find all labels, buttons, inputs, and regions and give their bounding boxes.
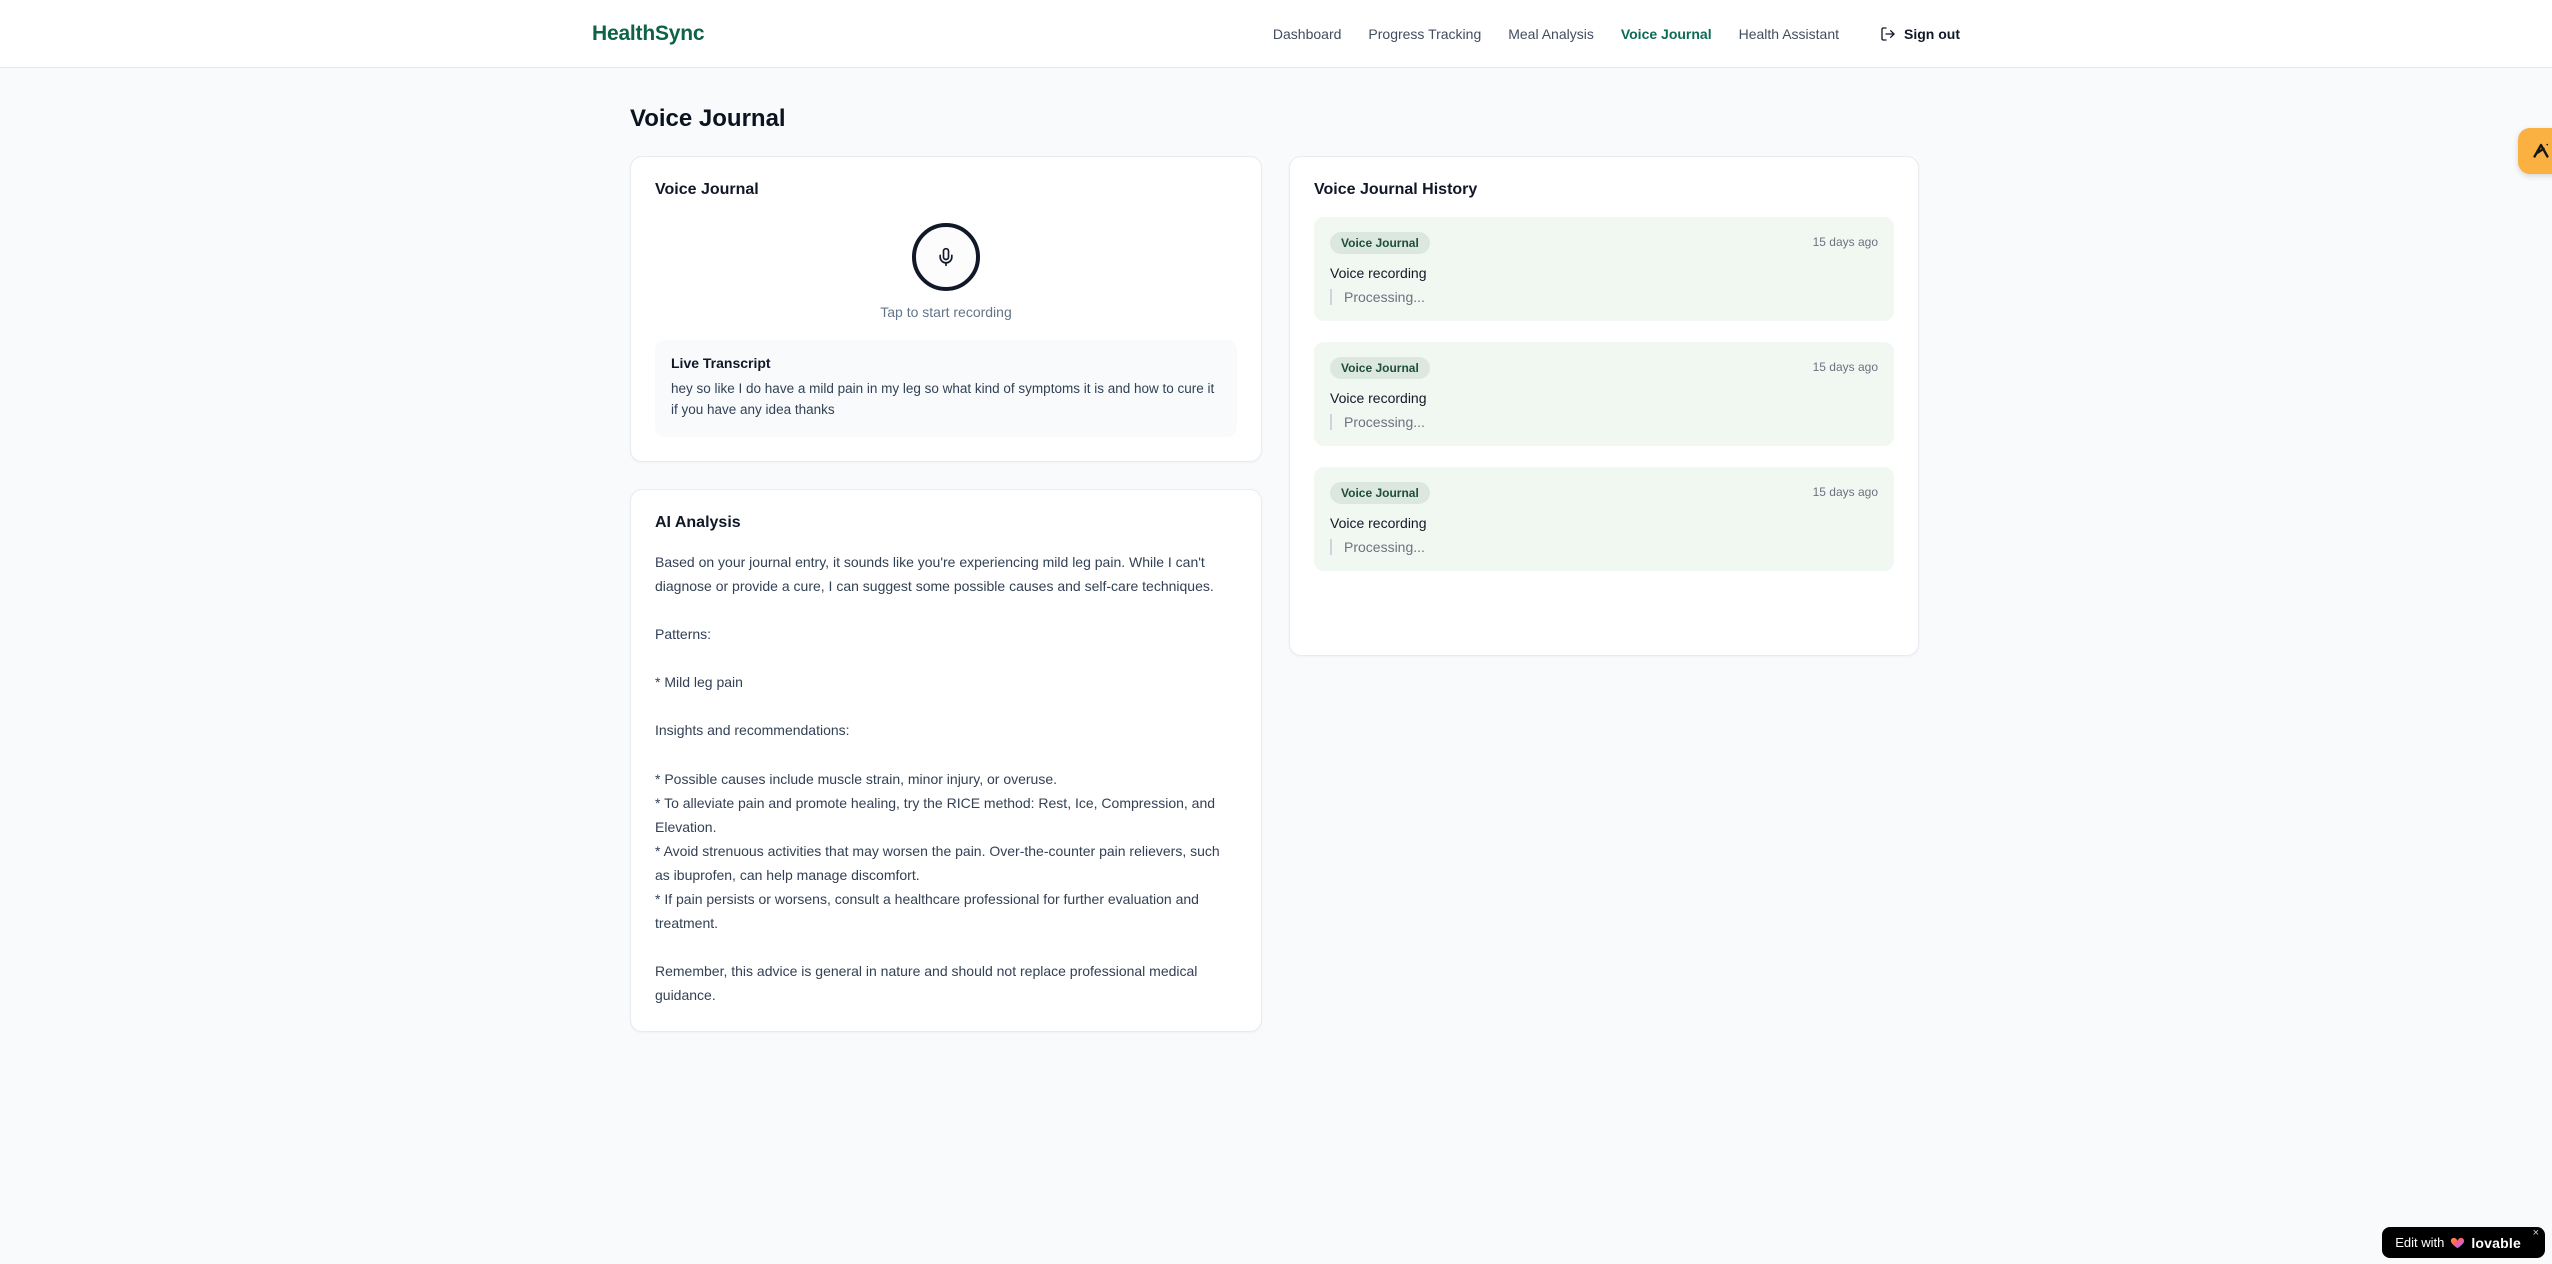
- entry-timestamp: 15 days ago: [1812, 235, 1878, 249]
- entry-description: Voice recording: [1330, 515, 1427, 531]
- entry-description: Voice recording: [1330, 390, 1427, 406]
- entry-type-badge: Voice Journal: [1330, 232, 1430, 254]
- left-column: Voice Journal Tap to start recording Liv…: [630, 156, 1262, 1033]
- voice-journal-history-card: Voice Journal History Voice Journal 15 d…: [1289, 156, 1919, 656]
- entry-timestamp: 15 days ago: [1812, 485, 1878, 499]
- content-grid: Voice Journal Tap to start recording Liv…: [630, 156, 1922, 1033]
- live-transcript-label: Live Transcript: [671, 355, 771, 371]
- top-navbar: HealthSync Dashboard Progress Tracking M…: [0, 0, 2552, 68]
- page-title: Voice Journal: [630, 105, 786, 132]
- sign-out-label: Sign out: [1904, 25, 1960, 42]
- ai-analysis-card-title: AI Analysis: [655, 513, 741, 531]
- lovable-brand-label: lovable: [2471, 1234, 2521, 1251]
- nav-meal-analysis[interactable]: Meal Analysis: [1508, 26, 1594, 42]
- sign-out-button[interactable]: Sign out: [1880, 26, 1960, 42]
- peak-logo-icon: [2530, 140, 2552, 162]
- tap-to-record-hint: Tap to start recording: [880, 304, 1012, 320]
- ai-analysis-body: Based on your journal entry, it sounds l…: [655, 553, 1220, 1004]
- recorder-area: Tap to start recording: [655, 217, 1237, 320]
- voice-journal-card: Voice Journal Tap to start recording Liv…: [630, 156, 1262, 462]
- close-icon[interactable]: ×: [2533, 1228, 2539, 1239]
- feedback-fab-button[interactable]: [2518, 128, 2552, 174]
- entry-type-badge: Voice Journal: [1330, 357, 1430, 379]
- live-transcript-box: Live Transcript hey so like I do have a …: [655, 340, 1237, 437]
- ai-analysis-card: AI Analysis Based on your journal entry,…: [630, 488, 1262, 1033]
- history-entry[interactable]: Voice Journal 15 days ago Voice recordin…: [1314, 467, 1894, 571]
- entry-timestamp: 15 days ago: [1812, 360, 1878, 374]
- main-content: Voice Journal Voice Journal Tap to start…: [630, 68, 1922, 1033]
- entry-description: Voice recording: [1330, 265, 1427, 281]
- microphone-icon: [936, 247, 956, 267]
- navbar-container: HealthSync Dashboard Progress Tracking M…: [592, 0, 1960, 67]
- nav-progress-tracking[interactable]: Progress Tracking: [1368, 26, 1481, 42]
- nav-health-assistant[interactable]: Health Assistant: [1739, 26, 1839, 42]
- history-entry-header: Voice Journal 15 days ago: [1330, 232, 1878, 254]
- log-out-icon: [1880, 26, 1896, 42]
- gradient-heart-icon: [2450, 1235, 2465, 1250]
- edit-with-label: Edit with: [2395, 1235, 2445, 1250]
- entry-type-badge: Voice Journal: [1330, 482, 1430, 504]
- entry-status: Processing...: [1330, 539, 1878, 555]
- brand-logo[interactable]: HealthSync: [592, 22, 705, 46]
- nav-voice-journal[interactable]: Voice Journal: [1621, 26, 1712, 42]
- primary-nav: Dashboard Progress Tracking Meal Analysi…: [1273, 26, 1960, 42]
- history-entry-header: Voice Journal 15 days ago: [1330, 482, 1878, 504]
- live-transcript-text: hey so like I do have a mild pain in my …: [671, 381, 1215, 417]
- edit-with-lovable-badge[interactable]: Edit with lovable ×: [2382, 1227, 2545, 1258]
- voice-journal-card-title: Voice Journal: [655, 181, 759, 198]
- entry-status: Processing...: [1330, 289, 1878, 305]
- record-button[interactable]: [912, 223, 980, 291]
- history-entry[interactable]: Voice Journal 15 days ago Voice recordin…: [1314, 342, 1894, 446]
- history-entry-header: Voice Journal 15 days ago: [1330, 357, 1878, 379]
- entry-status: Processing...: [1330, 414, 1878, 430]
- nav-dashboard[interactable]: Dashboard: [1273, 26, 1342, 42]
- history-card-title: Voice Journal History: [1314, 181, 1478, 198]
- history-entry[interactable]: Voice Journal 15 days ago Voice recordin…: [1314, 217, 1894, 321]
